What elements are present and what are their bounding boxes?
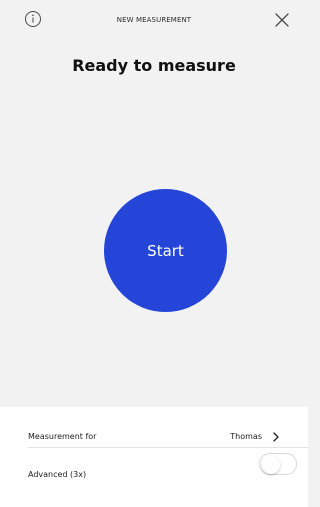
- close-icon: [273, 11, 291, 33]
- chevron-right-icon: [272, 431, 280, 443]
- measurement-for-value-container[interactable]: Thomas: [230, 431, 280, 443]
- start-label: Start: [147, 241, 184, 260]
- measurement-for-label: Measurement for: [28, 432, 97, 441]
- toggle-knob: [262, 456, 280, 474]
- measurement-for-value: Thomas: [230, 432, 262, 441]
- close-button[interactable]: [272, 12, 292, 32]
- measurement-panel: NEW MEASUREMENT Ready to measure Start: [0, 0, 308, 407]
- advanced-label: Advanced (3x): [28, 470, 87, 479]
- info-button[interactable]: [24, 10, 42, 32]
- page-title: Ready to measure: [72, 56, 236, 75]
- start-button[interactable]: Start: [104, 189, 227, 312]
- info-icon: [24, 10, 42, 32]
- advanced-toggle[interactable]: [259, 453, 297, 475]
- header-title: NEW MEASUREMENT: [116, 16, 192, 24]
- settings-divider: [28, 447, 308, 448]
